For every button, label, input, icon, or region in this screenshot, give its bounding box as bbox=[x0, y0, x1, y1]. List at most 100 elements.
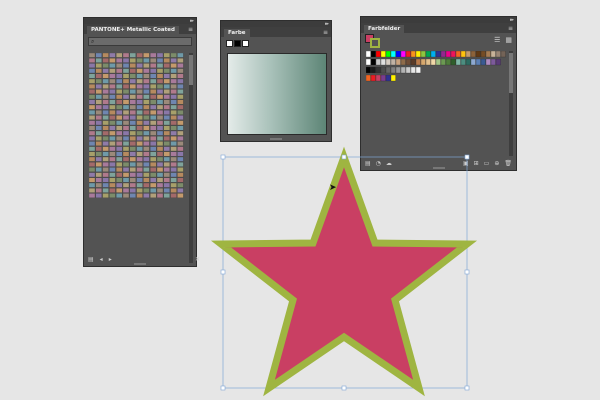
pantone-swatch[interactable] bbox=[129, 104, 136, 110]
pantone-swatch[interactable] bbox=[150, 193, 157, 198]
pantone-swatch[interactable] bbox=[109, 104, 116, 110]
pantone-swatch[interactable] bbox=[136, 99, 143, 105]
pantone-swatch[interactable] bbox=[129, 63, 136, 68]
pantone-swatch[interactable] bbox=[150, 73, 157, 79]
pantone-swatch[interactable] bbox=[143, 188, 150, 193]
pantone-swatch[interactable] bbox=[143, 94, 150, 100]
pantone-swatch[interactable] bbox=[150, 125, 157, 131]
pantone-swatch[interactable] bbox=[143, 99, 150, 105]
swatch[interactable] bbox=[410, 58, 416, 66]
pantone-swatch[interactable] bbox=[156, 182, 164, 188]
pantone-swatch[interactable] bbox=[129, 94, 136, 100]
pantone-swatch[interactable] bbox=[102, 89, 109, 94]
swatch[interactable] bbox=[400, 66, 406, 74]
hamburger-menu-icon[interactable]: ≡ bbox=[188, 25, 196, 34]
pantone-swatch[interactable] bbox=[109, 188, 116, 193]
pantone-swatch[interactable] bbox=[116, 193, 123, 198]
pantone-swatch[interactable] bbox=[122, 151, 130, 157]
farbe-mini-swatches[interactable] bbox=[226, 40, 326, 47]
pantone-swatch[interactable] bbox=[102, 151, 109, 157]
pantone-swatch[interactable] bbox=[109, 53, 116, 58]
swatch[interactable] bbox=[405, 51, 411, 58]
pantone-swatch[interactable] bbox=[150, 110, 157, 115]
pantone-swatch[interactable] bbox=[129, 193, 136, 198]
pantone-swatch[interactable] bbox=[177, 84, 184, 89]
pantone-swatch[interactable] bbox=[143, 130, 150, 136]
pantone-swatch[interactable] bbox=[122, 120, 130, 126]
pantone-swatch[interactable] bbox=[163, 162, 170, 167]
pantone-swatch[interactable] bbox=[177, 141, 184, 146]
pantone-swatch[interactable] bbox=[156, 115, 164, 120]
pantone-swatch[interactable] bbox=[170, 89, 177, 94]
swatch[interactable] bbox=[455, 51, 461, 58]
pantone-swatch[interactable] bbox=[163, 58, 170, 63]
color-group-icon[interactable]: ⊞ bbox=[474, 160, 479, 167]
pantone-swatch[interactable] bbox=[156, 188, 164, 193]
swatch[interactable] bbox=[485, 51, 491, 58]
pantone-swatch[interactable] bbox=[143, 177, 150, 183]
fill-stroke-indicator[interactable] bbox=[365, 34, 380, 48]
pantone-swatch[interactable] bbox=[102, 167, 109, 172]
pantone-swatch[interactable] bbox=[129, 115, 136, 120]
swatch[interactable] bbox=[410, 66, 416, 74]
swatch[interactable] bbox=[465, 58, 471, 66]
pantone-swatch[interactable] bbox=[89, 146, 96, 152]
pantone-swatch[interactable] bbox=[177, 115, 184, 120]
pantone-swatch[interactable] bbox=[129, 188, 136, 193]
pantone-swatch[interactable] bbox=[102, 130, 109, 136]
swatch[interactable] bbox=[366, 51, 371, 58]
pantone-swatch[interactable] bbox=[95, 167, 102, 172]
pantone-swatch[interactable] bbox=[89, 115, 96, 120]
swatch[interactable] bbox=[395, 58, 401, 66]
pantone-swatch[interactable] bbox=[109, 94, 116, 100]
pantone-swatch[interactable] bbox=[109, 162, 116, 167]
pantone-swatch[interactable] bbox=[95, 182, 102, 188]
farbfelder-scrollbar[interactable] bbox=[509, 51, 513, 156]
swatch[interactable] bbox=[370, 66, 376, 74]
pantone-swatch[interactable] bbox=[136, 136, 143, 141]
pantone-swatch[interactable] bbox=[136, 94, 143, 100]
pantone-swatch[interactable] bbox=[122, 146, 130, 152]
swatch[interactable] bbox=[430, 58, 436, 66]
swatch[interactable] bbox=[480, 51, 486, 58]
pantone-swatch[interactable] bbox=[156, 136, 164, 141]
pantone-swatch[interactable] bbox=[122, 115, 130, 120]
pantone-swatch[interactable] bbox=[170, 120, 177, 126]
pantone-swatch[interactable] bbox=[163, 73, 170, 79]
selection-handle[interactable] bbox=[341, 154, 347, 160]
pantone-swatch[interactable] bbox=[136, 193, 143, 198]
pantone-swatch[interactable] bbox=[95, 84, 102, 89]
pantone-swatch[interactable] bbox=[163, 115, 170, 120]
pantone-swatch[interactable] bbox=[136, 125, 143, 131]
list-view-icon[interactable]: ☰ bbox=[494, 36, 500, 44]
pantone-swatch[interactable] bbox=[177, 130, 184, 136]
pantone-swatch[interactable] bbox=[109, 58, 116, 63]
selection-handle[interactable] bbox=[464, 269, 470, 275]
pantone-swatch[interactable] bbox=[136, 141, 143, 146]
pantone-swatch[interactable] bbox=[116, 136, 123, 141]
pantone-swatch[interactable] bbox=[89, 182, 96, 188]
pantone-swatch[interactable] bbox=[129, 73, 136, 79]
pantone-swatch[interactable] bbox=[170, 63, 177, 68]
swatch[interactable] bbox=[366, 74, 371, 82]
pantone-swatch[interactable] bbox=[170, 94, 177, 100]
pantone-swatch[interactable] bbox=[122, 68, 130, 74]
pantone-swatch[interactable] bbox=[129, 182, 136, 188]
pantone-swatch[interactable] bbox=[143, 162, 150, 167]
pantone-swatch[interactable] bbox=[102, 120, 109, 126]
pantone-swatch[interactable] bbox=[109, 125, 116, 131]
pantone-swatch[interactable] bbox=[129, 89, 136, 94]
pantone-swatch[interactable] bbox=[143, 115, 150, 120]
pantone-swatch[interactable] bbox=[89, 193, 96, 198]
swatch[interactable] bbox=[380, 74, 386, 82]
pantone-swatch[interactable] bbox=[95, 130, 102, 136]
pantone-swatch[interactable] bbox=[136, 84, 143, 89]
pantone-swatch[interactable] bbox=[129, 110, 136, 115]
resize-grip[interactable] bbox=[270, 138, 282, 140]
swatch[interactable] bbox=[366, 66, 371, 74]
library-menu-icon[interactable]: ▤ bbox=[88, 256, 94, 263]
pantone-swatch[interactable] bbox=[89, 78, 96, 84]
pantone-swatch[interactable] bbox=[89, 120, 96, 126]
pantone-swatch[interactable] bbox=[170, 172, 177, 178]
collapse-icon[interactable]: ▸▸ bbox=[190, 18, 194, 24]
